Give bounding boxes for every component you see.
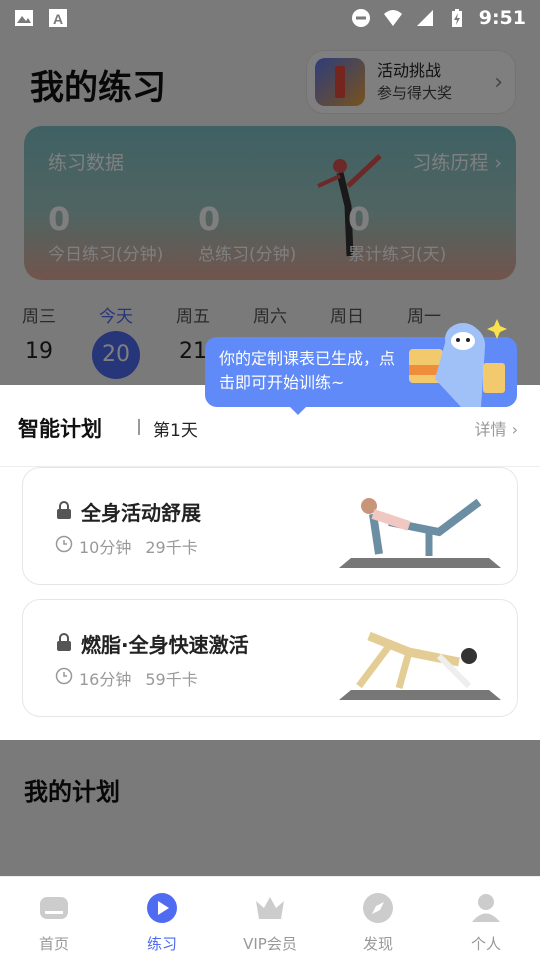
custom-plan-tooltip[interactable]: 你的定制课表已生成，点击即可开始训练~ bbox=[205, 319, 517, 415]
nav-label: 发现 bbox=[362, 935, 393, 953]
nav-vip[interactable]: VIP会员 bbox=[216, 877, 324, 960]
nav-label: 首页 bbox=[38, 935, 69, 953]
course-calories: 59千卡 bbox=[145, 670, 198, 689]
smart-plan-title: 智能计划 bbox=[18, 417, 102, 441]
nav-label: 个人 bbox=[470, 935, 501, 953]
do-not-disturb-icon bbox=[351, 9, 370, 27]
wifi-icon bbox=[383, 10, 402, 26]
course-name: 燃脂·全身快速激活 bbox=[81, 633, 249, 657]
battery-icon bbox=[451, 9, 462, 27]
svg-text:A: A bbox=[53, 11, 63, 27]
course-card[interactable]: 全身活动舒展 10分钟 29千卡 bbox=[22, 467, 518, 585]
status-bar: A 9:51 bbox=[0, 0, 540, 36]
smart-plan-sheet: 智能计划 第1天 详情 › 全身活动舒展 10分钟 29千卡 燃脂·全身快速激活 … bbox=[0, 385, 540, 740]
yoga-pose-illustration bbox=[339, 498, 501, 568]
lock-icon bbox=[57, 633, 71, 651]
bottom-nav: 首页 练习 VIP会员 发现 个人 bbox=[0, 876, 540, 960]
crown-icon bbox=[256, 897, 284, 919]
detail-label: 详情 bbox=[474, 420, 507, 439]
nav-label: VIP会员 bbox=[243, 935, 297, 953]
tooltip-text: 你的定制课表已生成，点击即可开始训练~ bbox=[219, 349, 396, 392]
course-card[interactable]: 燃脂·全身快速激活 16分钟 59千卡 bbox=[22, 599, 518, 717]
clock-icon bbox=[55, 535, 73, 553]
nav-discover[interactable]: 发现 bbox=[324, 877, 432, 960]
lock-icon bbox=[57, 501, 71, 519]
yoga-pose-illustration bbox=[339, 631, 501, 700]
clock-icon bbox=[55, 667, 73, 685]
nav-practice[interactable]: 练习 bbox=[108, 877, 216, 960]
person-icon bbox=[472, 894, 500, 922]
smart-plan-day: 第1天 bbox=[153, 421, 198, 441]
status-time: 9:51 bbox=[478, 7, 526, 29]
course-duration: 10分钟 bbox=[79, 538, 132, 557]
course-meta: 16分钟 59千卡 bbox=[79, 666, 198, 690]
nav-profile[interactable]: 个人 bbox=[432, 877, 540, 960]
course-calories: 29千卡 bbox=[145, 538, 198, 557]
course-meta: 10分钟 29千卡 bbox=[79, 534, 198, 558]
compass-icon bbox=[363, 893, 393, 923]
divider bbox=[138, 419, 140, 435]
sloth-mascot-icon bbox=[409, 319, 507, 407]
nav-label: 练习 bbox=[146, 935, 177, 953]
signal-icon bbox=[416, 10, 433, 26]
course-name: 全身活动舒展 bbox=[81, 501, 201, 525]
course-duration: 16分钟 bbox=[79, 670, 132, 689]
image-icon bbox=[15, 10, 33, 26]
a-icon: A bbox=[49, 9, 67, 27]
nav-home[interactable]: 首页 bbox=[0, 877, 108, 960]
home-icon bbox=[40, 897, 68, 919]
detail-link[interactable]: 详情 › bbox=[475, 416, 519, 440]
play-circle-icon bbox=[147, 893, 177, 923]
